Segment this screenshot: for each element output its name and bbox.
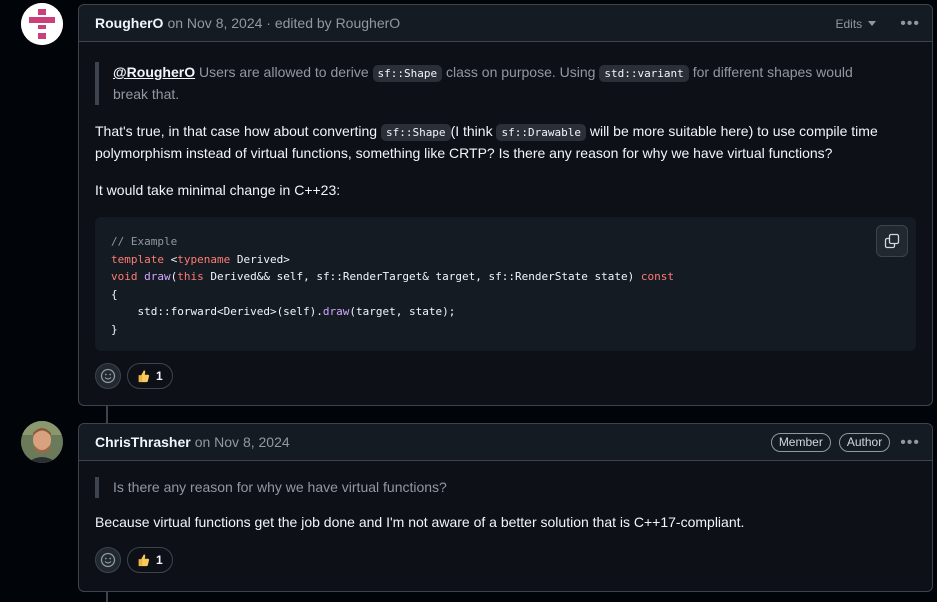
reactions-bar: 1: [95, 363, 916, 389]
user-mention-link[interactable]: @RougherO: [113, 64, 195, 80]
timeline-line-bottom: [106, 591, 108, 602]
code-keyword: template: [111, 252, 164, 266]
timeline-line-top: [106, 405, 108, 423]
comment-author[interactable]: ChrisThrasher: [95, 434, 191, 450]
thumbs-up-icon: [138, 554, 150, 567]
code-keyword: void: [111, 270, 138, 283]
code-text: <: [163, 252, 178, 266]
blockquote: Is there any reason for why we have virt…: [95, 477, 916, 498]
quote-text: class on purpose. Using: [442, 64, 600, 80]
member-badge: Member: [770, 433, 831, 452]
kebab-horizontal-icon[interactable]: •••: [898, 15, 922, 33]
code-block: // Example template <typename Derived> v…: [95, 217, 916, 351]
paragraph-text: (I think: [450, 123, 497, 139]
avatar-rougher[interactable]: [21, 3, 63, 45]
comment-paragraph: Because virtual functions get the job do…: [95, 514, 745, 530]
comment-timestamp[interactable]: on Nov 8, 2024: [195, 434, 290, 450]
author-badge: Author: [838, 433, 891, 452]
edits-dropdown[interactable]: Edits: [836, 17, 877, 31]
comment-header: RougherO on Nov 8, 2024 · edited by Roug…: [79, 5, 932, 42]
profile-photo-image: [21, 421, 63, 463]
code-keyword: this: [177, 270, 204, 283]
comment-header-actions: Edits •••: [836, 5, 923, 42]
avatar-chris[interactable]: [21, 421, 63, 463]
code-function: draw: [144, 270, 171, 283]
comment-author[interactable]: RougherO: [95, 15, 163, 31]
reaction-count: 1: [156, 369, 163, 383]
code-text: }: [111, 322, 118, 336]
thumbs-up-reaction[interactable]: 1: [127, 363, 173, 389]
inline-code: std::variant: [599, 65, 689, 82]
kebab-horizontal-icon[interactable]: •••: [898, 434, 922, 452]
smiley-icon: [100, 368, 116, 384]
copy-button[interactable]: [876, 225, 908, 257]
chevron-down-icon: [868, 21, 877, 26]
code-keyword: const: [640, 270, 674, 283]
inline-code: sf::Drawable: [496, 124, 586, 141]
comment-timestamp[interactable]: on Nov 8, 2024 · edited by RougherO: [167, 15, 400, 31]
code-keyword: typename: [177, 252, 231, 266]
quote-text: Users are allowed to derive: [195, 64, 373, 80]
copy-icon: [884, 233, 900, 249]
comment-body: Is there any reason for why we have virt…: [79, 461, 932, 573]
reactions-bar: 1: [95, 547, 916, 573]
smiley-icon: [100, 552, 116, 568]
identicon-image: [21, 3, 63, 45]
add-reaction-button[interactable]: [95, 363, 121, 389]
comment-body: @RougherO Users are allowed to derive sf…: [79, 42, 932, 389]
comment-rougher: RougherO on Nov 8, 2024 · edited by Roug…: [78, 4, 933, 406]
paragraph-text: That's true, in that case how about conv…: [95, 123, 381, 139]
comment-paragraph: It would take minimal change in C++23:: [95, 182, 341, 198]
comment-paragraph: That's true, in that case how about conv…: [95, 121, 895, 164]
code-text: Derived&& self, sf::RenderTarget& target…: [203, 270, 641, 283]
comment-header-actions: Member Author •••: [763, 424, 922, 461]
thumbs-up-reaction[interactable]: 1: [127, 547, 173, 573]
reaction-count: 1: [156, 553, 163, 567]
code-text: std::forward<Derived>(self).: [111, 305, 323, 318]
thumbs-up-icon: [138, 370, 150, 383]
edits-label: Edits: [835, 16, 863, 31]
code-text: (target, state);: [349, 305, 456, 318]
code-function: draw: [322, 305, 350, 318]
comment-chris: ChrisThrasher on Nov 8, 2024 Member Auth…: [78, 423, 933, 592]
inline-code: sf::Shape: [372, 65, 443, 82]
inline-code: sf::Shape: [380, 124, 451, 141]
blockquote: @RougherO Users are allowed to derive sf…: [95, 62, 872, 105]
code-comment: // Example: [111, 235, 178, 248]
add-reaction-button[interactable]: [95, 547, 121, 573]
comment-header: ChrisThrasher on Nov 8, 2024 Member Auth…: [79, 424, 932, 461]
code-text: Derived>: [230, 252, 290, 266]
code-text: {: [111, 287, 118, 301]
